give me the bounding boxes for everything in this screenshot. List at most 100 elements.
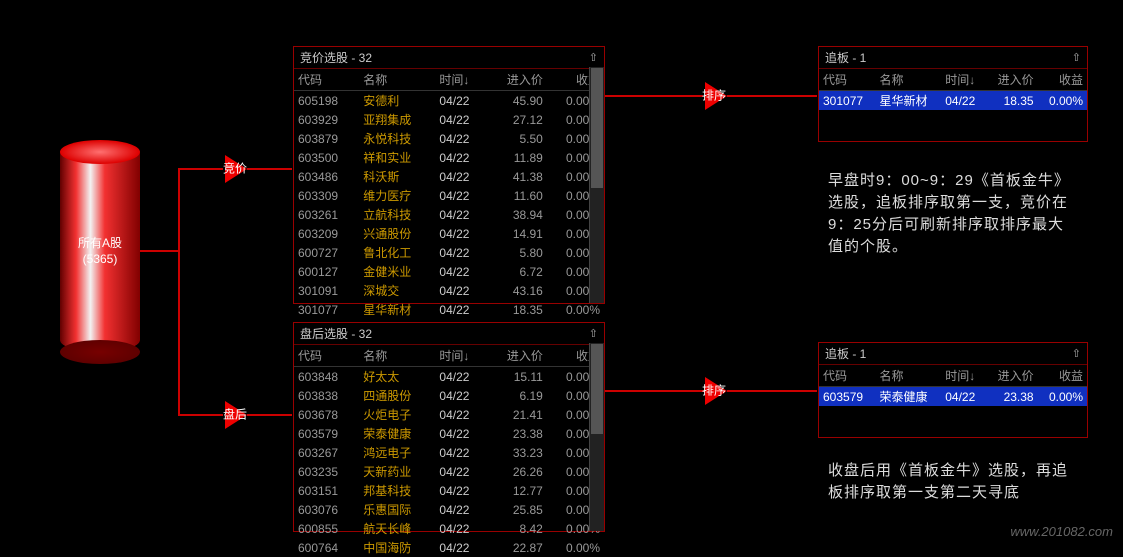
table-row[interactable]: 603309维力医疗04/2211.600.00% xyxy=(294,186,604,205)
line xyxy=(178,168,223,170)
cell-code: 603267 xyxy=(294,443,359,462)
table-row[interactable]: 603486科沃斯04/2241.380.00% xyxy=(294,167,604,186)
column-header[interactable]: 名称 xyxy=(359,345,435,367)
cell-time: 04/22 xyxy=(435,367,487,387)
column-header[interactable]: 代码 xyxy=(294,345,359,367)
table-row[interactable]: 605198安德利04/2245.900.00% xyxy=(294,91,604,111)
cell-time: 04/22 xyxy=(435,205,487,224)
panel-panhou: 盘后选股 - 32 ⇧ 代码名称时间↓进入价收益 603848好太太04/221… xyxy=(293,322,605,532)
cell-name: 好太太 xyxy=(359,367,435,387)
watermark: www.201082.com xyxy=(1010,524,1113,539)
table-row[interactable]: 603929亚翔集成04/2227.120.00% xyxy=(294,110,604,129)
cell-name: 鸿远电子 xyxy=(359,443,435,462)
cell-code: 603261 xyxy=(294,205,359,224)
table-row[interactable]: 603267鸿远电子04/2233.230.00% xyxy=(294,443,604,462)
panel-up-icon[interactable]: ⇧ xyxy=(1072,347,1081,360)
column-header[interactable]: 时间↓ xyxy=(435,69,487,91)
table-zhuiban-1: 代码名称时间↓进入价收益 301077星华新材04/2218.350.00% xyxy=(819,69,1087,110)
table-row[interactable]: 603500祥和实业04/2211.890.00% xyxy=(294,148,604,167)
column-header[interactable]: 进入价 xyxy=(986,365,1038,387)
cell-price: 23.38 xyxy=(986,387,1038,407)
column-header[interactable]: 名称 xyxy=(359,69,435,91)
cell-time: 04/22 xyxy=(435,300,487,319)
cell-time: 04/22 xyxy=(435,443,487,462)
scrollbar[interactable] xyxy=(589,67,604,303)
cell-time: 04/22 xyxy=(435,129,487,148)
cell-code: 603500 xyxy=(294,148,359,167)
cell-time: 04/22 xyxy=(435,224,487,243)
cell-time: 04/22 xyxy=(941,91,986,111)
cell-price: 33.23 xyxy=(487,443,547,462)
cell-price: 11.89 xyxy=(487,148,547,167)
cell-price: 11.60 xyxy=(487,186,547,205)
cell-time: 04/22 xyxy=(435,500,487,519)
cell-code: 603579 xyxy=(819,387,875,407)
cell-name: 维力医疗 xyxy=(359,186,435,205)
table-row[interactable]: 603261立航科技04/2238.940.00% xyxy=(294,205,604,224)
panel-title-text: 追板 - 1 xyxy=(825,345,866,362)
table-row[interactable]: 603235天新药业04/2226.260.00% xyxy=(294,462,604,481)
cell-time: 04/22 xyxy=(435,386,487,405)
table-row[interactable]: 603076乐惠国际04/2225.850.00% xyxy=(294,500,604,519)
cell-price: 45.90 xyxy=(487,91,547,111)
cell-price: 6.72 xyxy=(487,262,547,281)
triangle-label-sort-1: 排序 xyxy=(702,87,726,104)
cell-time: 04/22 xyxy=(435,243,487,262)
table-row[interactable]: 603209兴通股份04/2214.910.00% xyxy=(294,224,604,243)
table-row[interactable]: 603879永悦科技04/225.500.00% xyxy=(294,129,604,148)
table-row[interactable]: 603838四通股份04/226.190.00% xyxy=(294,386,604,405)
cell-name: 鲁北化工 xyxy=(359,243,435,262)
column-header[interactable]: 代码 xyxy=(819,365,875,387)
cell-price: 8.42 xyxy=(487,519,547,538)
cell-name: 安德利 xyxy=(359,91,435,111)
cell-price: 21.41 xyxy=(487,405,547,424)
column-header[interactable]: 代码 xyxy=(819,69,875,91)
table-row[interactable]: 600127金健米业04/226.720.00% xyxy=(294,262,604,281)
panel-up-icon[interactable]: ⇧ xyxy=(1072,51,1081,64)
table-row[interactable]: 603151邦基科技04/2212.770.00% xyxy=(294,481,604,500)
line xyxy=(178,168,180,416)
line xyxy=(178,414,223,416)
cell-code: 603309 xyxy=(294,186,359,205)
table-row[interactable]: 603848好太太04/2215.110.00% xyxy=(294,367,604,387)
line xyxy=(643,95,703,97)
cylinder-all-a-shares: 所有A股 (5365) xyxy=(60,140,140,360)
cell-code: 603209 xyxy=(294,224,359,243)
column-header[interactable]: 时间↓ xyxy=(941,365,986,387)
column-header[interactable]: 进入价 xyxy=(487,345,547,367)
description-1: 早盘时9：00~9：29《首板金牛》选股，追板排序取第一支，竞价在9：25分后可… xyxy=(828,170,1078,258)
table-row[interactable]: 603579荣泰健康04/2223.380.00% xyxy=(819,387,1087,407)
table-row[interactable]: 301077星华新材04/2218.350.00% xyxy=(819,91,1087,111)
column-header[interactable]: 时间↓ xyxy=(435,345,487,367)
cell-name: 火炬电子 xyxy=(359,405,435,424)
cell-ret: 0.00% xyxy=(547,538,604,557)
cell-code: 603678 xyxy=(294,405,359,424)
cell-name: 航天长峰 xyxy=(359,519,435,538)
table-row[interactable]: 301091深城交04/2243.160.00% xyxy=(294,281,604,300)
cell-price: 25.85 xyxy=(487,500,547,519)
panel-up-icon[interactable]: ⇧ xyxy=(589,51,598,64)
table-row[interactable]: 600764中国海防04/2222.870.00% xyxy=(294,538,604,557)
table-row[interactable]: 603678火炬电子04/2221.410.00% xyxy=(294,405,604,424)
table-row[interactable]: 600727鲁北化工04/225.800.00% xyxy=(294,243,604,262)
triangle-label-jingjia: 竞价 xyxy=(223,160,247,177)
scrollbar[interactable] xyxy=(589,343,604,531)
cell-name: 星华新材 xyxy=(875,91,941,111)
column-header[interactable]: 名称 xyxy=(875,365,941,387)
column-header[interactable]: 时间↓ xyxy=(941,69,986,91)
table-row[interactable]: 603579荣泰健康04/2223.380.00% xyxy=(294,424,604,443)
table-row[interactable]: 301077星华新材04/2218.350.00% xyxy=(294,300,604,319)
column-header[interactable]: 进入价 xyxy=(487,69,547,91)
column-header[interactable]: 收益 xyxy=(1038,69,1087,91)
cell-time: 04/22 xyxy=(435,538,487,557)
column-header[interactable]: 名称 xyxy=(875,69,941,91)
panel-up-icon[interactable]: ⇧ xyxy=(589,327,598,340)
cell-ret: 0.00% xyxy=(1038,91,1087,111)
column-header[interactable]: 收益 xyxy=(1038,365,1087,387)
column-header[interactable]: 进入价 xyxy=(986,69,1038,91)
cell-time: 04/22 xyxy=(435,481,487,500)
cell-name: 永悦科技 xyxy=(359,129,435,148)
table-row[interactable]: 600855航天长峰04/228.420.00% xyxy=(294,519,604,538)
cell-price: 14.91 xyxy=(487,224,547,243)
column-header[interactable]: 代码 xyxy=(294,69,359,91)
